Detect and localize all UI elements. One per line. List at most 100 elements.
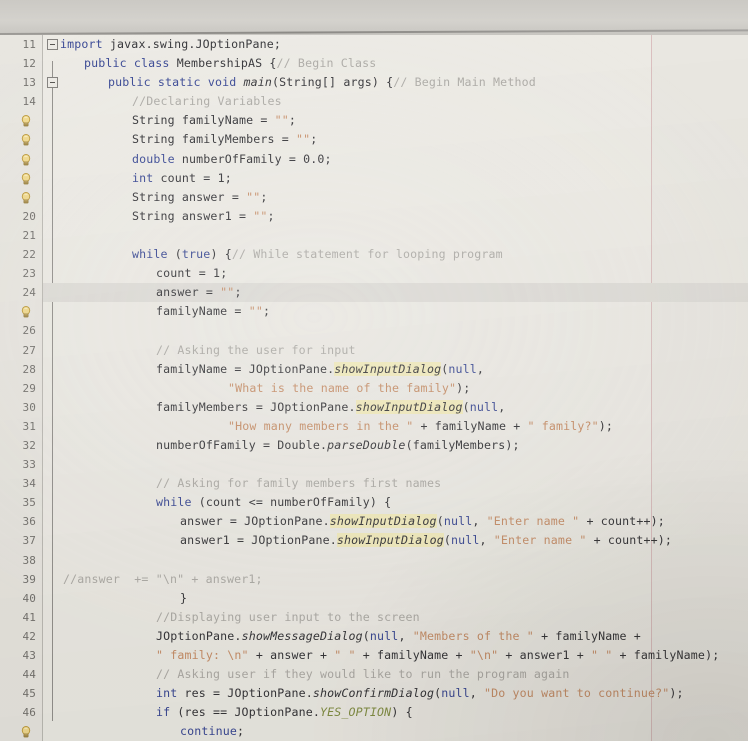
- code-line-row[interactable]: 38: [0, 551, 748, 570]
- code-line-text[interactable]: "How many members in the " + familyName …: [228, 417, 613, 436]
- hint-bulb-icon[interactable]: [19, 133, 33, 147]
- code-line-row[interactable]: 41 //Displaying user input to the screen: [0, 608, 748, 627]
- code-line-text[interactable]: String familyMembers = "";: [132, 130, 317, 149]
- code-line-text[interactable]: "What is the name of the family");: [228, 379, 470, 398]
- code-line-row[interactable]: 34 // Asking for family members first nam…: [0, 474, 748, 493]
- code-line-row[interactable]: 22 while (true) {// While statement for l…: [0, 245, 748, 264]
- code-line-text[interactable]: public static void main(String[] args) {…: [108, 73, 536, 92]
- code-line-row[interactable]: 39 //answer += "\n" + answer1;: [0, 570, 748, 589]
- code-line-text[interactable]: JOptionPane.showMessageDialog(null, "Mem…: [156, 627, 641, 646]
- code-token: answer1 = JOptionPane.: [180, 533, 337, 548]
- caret-line-highlight: [43, 283, 748, 303]
- code-line-row[interactable]: 30 familyMembers = JOptionPane.showInputD…: [0, 398, 748, 417]
- code-text-area[interactable]: 11 import javax.swing.JOptionPane; 12 publi…: [0, 35, 748, 741]
- code-line-text[interactable]: if (res == JOptionPane.YES_OPTION) {: [156, 703, 413, 722]
- code-line-row[interactable]: String answer = "";: [0, 188, 748, 207]
- hint-bulb-icon[interactable]: [19, 191, 33, 205]
- code-line-text[interactable]: " family: \n" + answer + " " + familyNam…: [156, 646, 719, 665]
- hint-bulb-icon[interactable]: [19, 305, 33, 319]
- code-line-row[interactable]: 33: [0, 455, 748, 474]
- code-line-row[interactable]: familyName = "";: [0, 302, 748, 321]
- code-line-row[interactable]: continue;: [0, 722, 748, 741]
- code-line-text[interactable]: while (true) {// While statement for loo…: [132, 245, 503, 264]
- code-line-text[interactable]: while (count <= numberOfFamily) {: [156, 493, 391, 512]
- hint-bulb-icon[interactable]: [19, 114, 33, 128]
- code-line-row[interactable]: 40}: [0, 589, 748, 608]
- code-line-text[interactable]: count = 1;: [156, 264, 227, 283]
- code-line-row[interactable]: 11 import javax.swing.JOptionPane;: [0, 35, 748, 54]
- code-editor-viewport[interactable]: 11 import javax.swing.JOptionPane; 12 publi…: [0, 35, 748, 741]
- code-line-text[interactable]: // Asking the user for input: [156, 341, 356, 360]
- code-line-text[interactable]: familyName = "";: [156, 302, 270, 321]
- code-line-row[interactable]: 28 familyName = JOptionPane.showInputDial…: [0, 360, 748, 379]
- code-line-text[interactable]: answer = JOptionPane.showInputDialog(nul…: [180, 512, 665, 531]
- code-line-text[interactable]: public class MembershipAS {// Begin Clas…: [84, 54, 376, 73]
- code-line-text[interactable]: continue;: [180, 722, 244, 741]
- code-token: javax.swing.JOptionPane;: [109, 37, 282, 51]
- code-token: "": [253, 208, 268, 223]
- code-token: + answer +: [248, 648, 335, 662]
- code-line-text[interactable]: String answer = "";: [132, 188, 268, 207]
- code-line-row[interactable]: 46 if (res == JOptionPane.YES_OPTION) {: [0, 703, 748, 722]
- code-line-row[interactable]: 21: [0, 226, 748, 245]
- code-line-text[interactable]: String answer1 = "";: [132, 207, 275, 226]
- code-line-row[interactable]: 14 //Declaring Variables: [0, 92, 748, 111]
- code-line-text[interactable]: answer = "";: [156, 283, 242, 302]
- code-fold-collapse-icon[interactable]: [47, 39, 58, 50]
- code-token: (: [436, 514, 444, 529]
- code-line-text[interactable]: //Displaying user input to the screen: [156, 608, 420, 627]
- code-line-text[interactable]: }: [180, 589, 187, 608]
- code-line-text[interactable]: // Asking user if they would like to run…: [156, 665, 570, 684]
- code-line-row[interactable]: 35 while (count <= numberOfFamily) {: [0, 493, 748, 512]
- code-line-row[interactable]: 12 public class MembershipAS {// Begin Cl…: [0, 54, 748, 73]
- code-line-row[interactable]: 43 " family: \n" + answer + " " + familyN…: [0, 646, 748, 665]
- code-line-row[interactable]: 45 int res = JOptionPane.showConfirmDialo…: [0, 684, 748, 703]
- code-token: showConfirmDialog: [312, 686, 435, 701]
- line-number: 41: [22, 610, 36, 624]
- code-token: "Enter name ": [486, 514, 580, 529]
- code-line-row[interactable]: 36 answer = JOptionPane.showInputDialog(n…: [0, 512, 748, 531]
- code-line-text[interactable]: import javax.swing.JOptionPane;: [60, 35, 281, 54]
- code-line-text[interactable]: familyName = JOptionPane.showInputDialog…: [156, 360, 484, 379]
- code-token: ,: [498, 399, 506, 414]
- code-line-text[interactable]: answer1 = JOptionPane.showInputDialog(nu…: [180, 531, 672, 550]
- code-line-text[interactable]: double numberOfFamily = 0.0;: [132, 150, 332, 169]
- code-line-row[interactable]: 26: [0, 321, 748, 340]
- code-line-row[interactable]: 23 count = 1;: [0, 264, 748, 283]
- code-line-row[interactable]: 32 numberOfFamily = Double.parseDouble(fa…: [0, 436, 748, 455]
- code-token: familyName =: [156, 304, 249, 319]
- code-token: ,: [469, 686, 485, 701]
- code-line-row[interactable]: 37 answer1 = JOptionPane.showInputDialog(…: [0, 531, 748, 550]
- code-line-row[interactable]: 20 String answer1 = "";: [0, 207, 748, 226]
- code-line-text[interactable]: numberOfFamily = Double.parseDouble(fami…: [156, 436, 520, 455]
- code-token: count =: [160, 170, 218, 185]
- code-token: (String[] args) {: [272, 75, 394, 90]
- code-fold-collapse-icon[interactable]: [47, 77, 58, 89]
- code-line-row[interactable]: String familyMembers = "";: [0, 130, 748, 149]
- code-line-text[interactable]: int count = 1;: [132, 169, 232, 188]
- code-line-row[interactable]: 29 "What is the name of the family");: [0, 379, 748, 398]
- line-number: 33: [22, 458, 36, 472]
- code-line-row[interactable]: double numberOfFamily = 0.0;: [0, 150, 748, 169]
- code-line-row[interactable]: 44 // Asking user if they would like to r…: [0, 665, 748, 684]
- code-line-row[interactable]: 31 "How many members in the " + familyNam…: [0, 417, 748, 436]
- code-line-text[interactable]: familyMembers = JOptionPane.showInputDia…: [156, 398, 505, 417]
- code-line-text[interactable]: //answer += "\n" + answer1;: [63, 570, 263, 589]
- code-line-row[interactable]: 13 public static void main(String[] args)…: [0, 73, 748, 92]
- code-token: " ": [590, 648, 613, 662]
- hint-bulb-icon[interactable]: [19, 172, 33, 186]
- code-line-row[interactable]: 42 JOptionPane.showMessageDialog(null, "M…: [0, 627, 748, 646]
- code-line-text[interactable]: // Asking for family members first names: [156, 474, 441, 493]
- hint-bulb-icon[interactable]: [19, 725, 33, 739]
- code-line-text[interactable]: int res = JOptionPane.showConfirmDialog(…: [156, 684, 684, 703]
- code-line-row[interactable]: 24 answer = "";: [0, 283, 748, 303]
- code-token: //answer += "\n" + answer1;: [63, 571, 263, 586]
- code-line-text[interactable]: String familyName = "";: [132, 111, 296, 130]
- code-line-text[interactable]: //Declaring Variables: [132, 92, 282, 111]
- code-line-row[interactable]: String familyName = "";: [0, 111, 748, 130]
- code-line-row[interactable]: 27 // Asking the user for input: [0, 341, 748, 360]
- code-token: //Displaying user input to the screen: [156, 609, 420, 624]
- hint-bulb-icon[interactable]: [19, 153, 33, 167]
- code-line-row[interactable]: int count = 1;: [0, 169, 748, 188]
- line-number: 37: [22, 534, 36, 548]
